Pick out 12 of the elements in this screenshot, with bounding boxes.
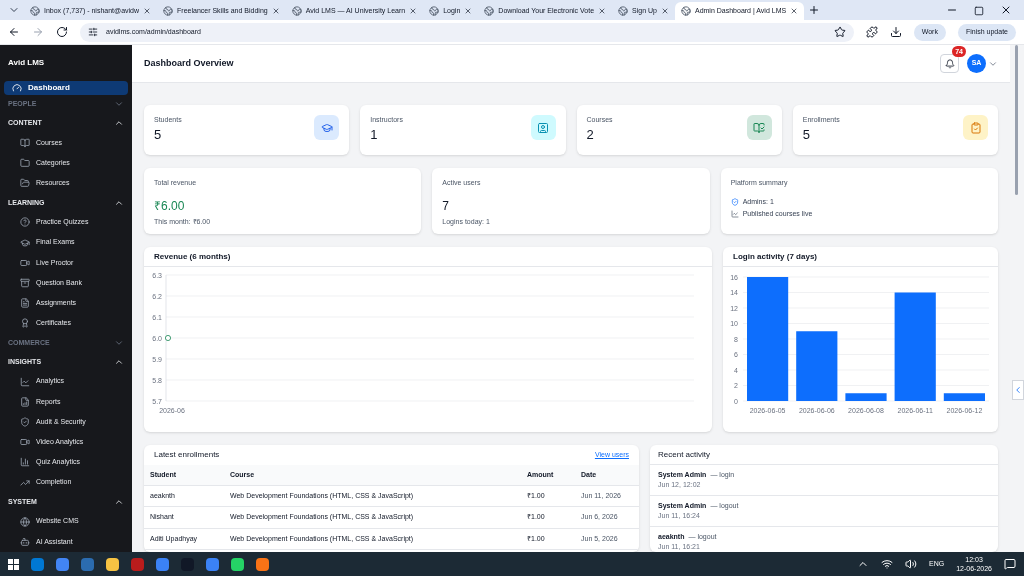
stat-value: 2	[586, 125, 595, 144]
stat-value: 5	[802, 125, 811, 144]
table-title: Latest enrollments	[154, 449, 220, 461]
stat-value: 5	[154, 125, 163, 144]
revenue-value: ₹6.00	[154, 197, 186, 215]
chart-title: Revenue (6 months)	[144, 247, 712, 267]
page-title: Dashboard Overview	[144, 56, 234, 70]
chart-title: Login activity (7 days)	[723, 247, 998, 267]
brand-title: Avid LMS	[7, 57, 46, 69]
panel-title: Recent activity	[650, 445, 998, 465]
users-value: 7	[442, 197, 450, 215]
stat-value: 1	[370, 125, 379, 144]
